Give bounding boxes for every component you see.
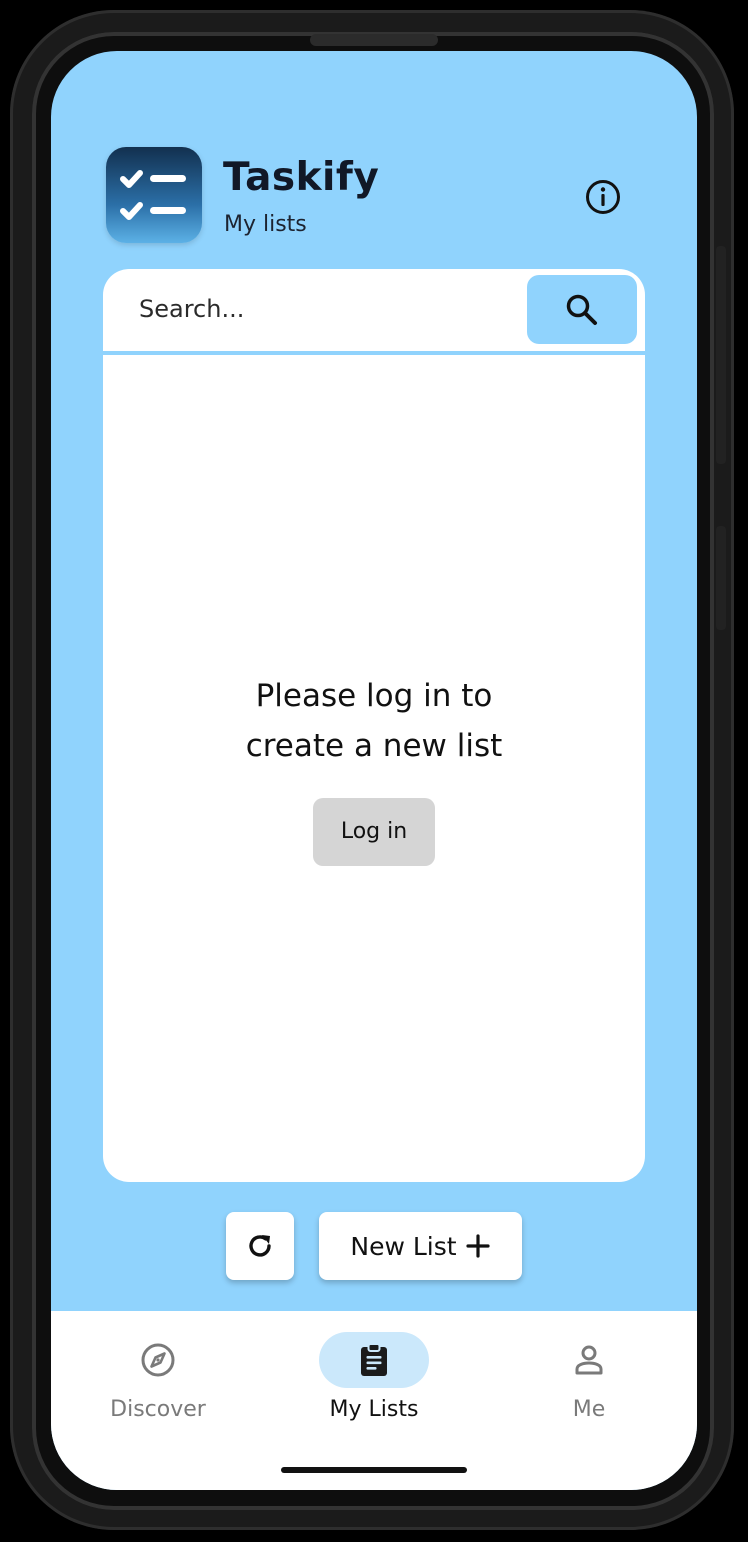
phone-side-button — [716, 526, 726, 630]
home-indicator — [281, 1467, 467, 1473]
app-screen: Taskify My lists Please log in to create… — [51, 51, 697, 1490]
plus-icon — [465, 1234, 490, 1258]
nav-item-discover[interactable]: Discover — [68, 1331, 248, 1431]
search-divider — [103, 351, 645, 355]
nav-label: Discover — [110, 1397, 206, 1422]
nav-item-me[interactable]: Me — [499, 1331, 679, 1431]
refresh-button[interactable] — [226, 1212, 294, 1280]
search-input[interactable] — [139, 287, 519, 331]
page-subtitle: My lists — [224, 212, 307, 237]
person-icon — [575, 1345, 603, 1375]
app-title: Taskify — [223, 155, 380, 200]
new-list-button[interactable]: New List — [319, 1212, 522, 1280]
checklist-app-icon — [106, 147, 202, 243]
empty-state-line: Please log in to — [255, 678, 493, 714]
new-list-label: New List — [350, 1231, 457, 1261]
compass-icon — [141, 1343, 175, 1377]
nav-label: My Lists — [329, 1397, 419, 1422]
clipboard-icon — [361, 1343, 387, 1376]
nav-label: Me — [572, 1397, 606, 1422]
empty-state-line: create a new list — [245, 728, 503, 764]
refresh-icon — [249, 1235, 271, 1257]
nav-item-my-lists[interactable]: My Lists — [284, 1331, 464, 1431]
info-icon — [586, 180, 620, 214]
bottom-navigation: Discover My Lists Me — [51, 1311, 697, 1490]
phone-side-button — [716, 246, 726, 464]
lists-card: Please log in to create a new list Log i… — [103, 269, 645, 1182]
empty-state-message: Please log in to create a new list — [103, 671, 645, 771]
login-button[interactable]: Log in — [313, 798, 435, 866]
phone-speaker — [310, 34, 438, 46]
search-icon — [566, 294, 597, 325]
search-button[interactable] — [527, 275, 637, 344]
info-button[interactable] — [583, 177, 623, 217]
